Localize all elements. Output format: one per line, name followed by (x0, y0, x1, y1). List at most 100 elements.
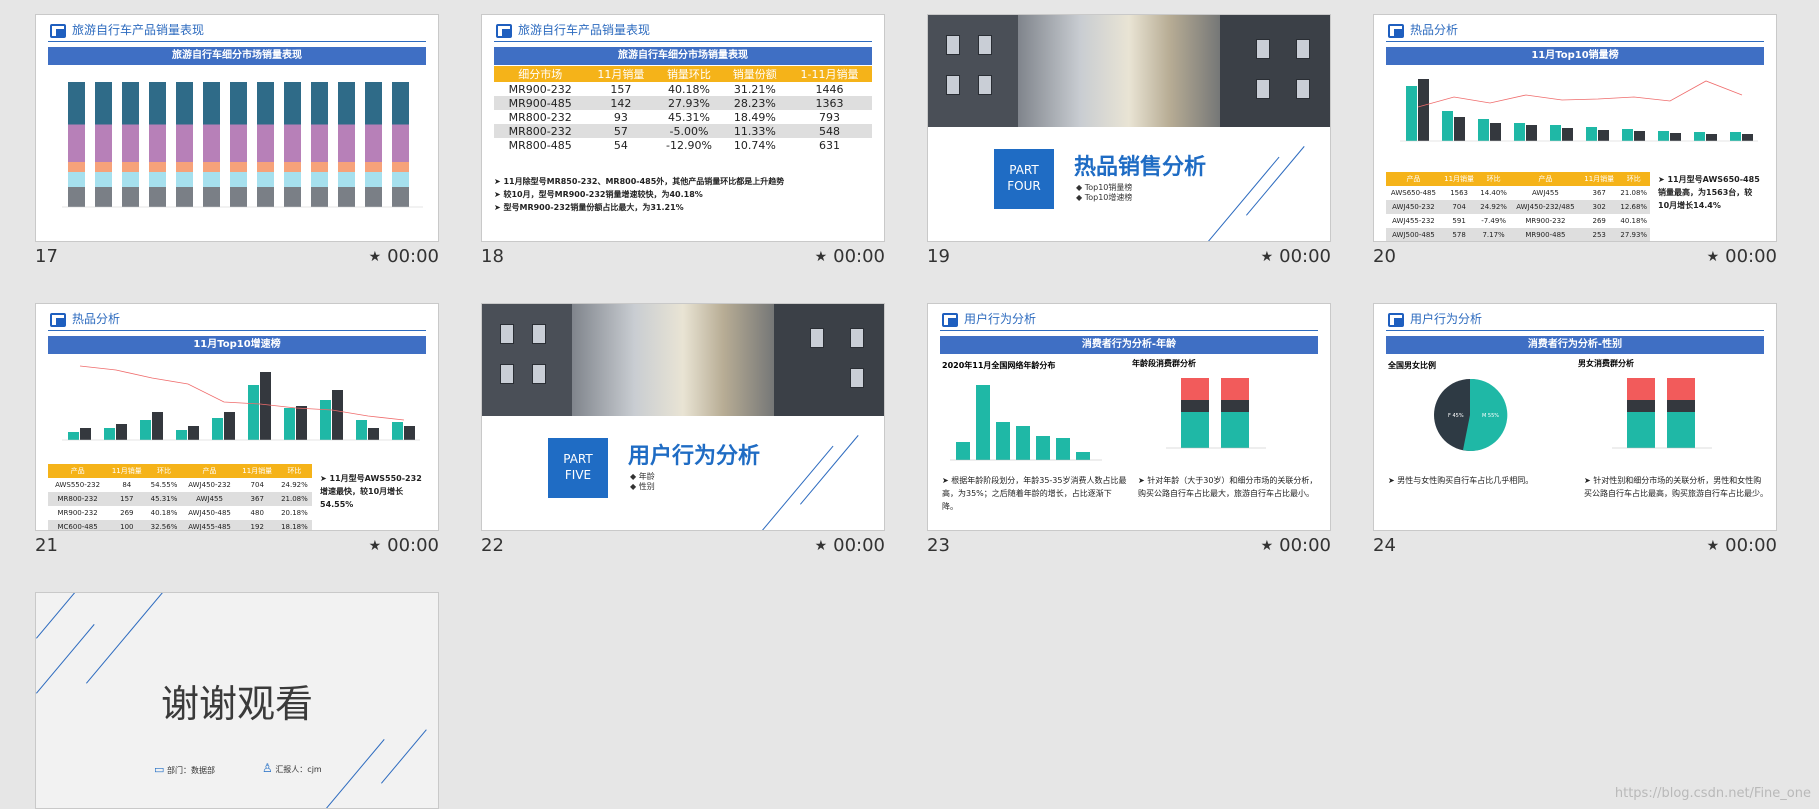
bar (976, 385, 990, 460)
table-cell: 100 (107, 520, 147, 530)
table-row: MR800-232 157 45.31% AWJ455 367 21.08% (48, 492, 312, 506)
table-cell: 20.18% (281, 509, 308, 517)
table-cell: 45.31% (667, 110, 710, 124)
bar-segment (95, 162, 112, 172)
logo-icon (50, 23, 66, 38)
reporter: ♙ 汇报人：cjm (262, 761, 322, 775)
logo-icon (1388, 23, 1404, 38)
table-header: 环比 (276, 464, 312, 478)
table-cell: MR800-232 (494, 124, 587, 138)
slide-21[interactable]: 热品分析 11月Top10增速榜 产品 11月销量 环比 产品 11月销量 环比 AWS55… (35, 303, 439, 531)
bar (1036, 436, 1050, 460)
slide-title-bar: 11月Top10销量榜 (1386, 47, 1764, 65)
bar (1562, 128, 1573, 141)
table-cell: 54 (613, 138, 628, 152)
slide-17[interactable]: 旅游自行车产品销量表现 旅游自行车细分市场销量表现 (35, 14, 439, 242)
part-badge: PART FIVE (548, 438, 608, 498)
bar (1706, 134, 1717, 141)
bar-segment (257, 187, 274, 207)
bar-segment (1667, 412, 1695, 448)
table-cell: 14.40% (1480, 189, 1507, 197)
series-line (79, 365, 405, 421)
bar (1016, 426, 1030, 460)
slide-19[interactable]: PART FOUR 热品销售分析 ◆ Top10销量榜 ◆ Top10增速榜 (927, 14, 1331, 242)
table-cell: AWJ455 (181, 492, 238, 506)
table-cell: 1563 (1450, 189, 1469, 197)
bar-segment (230, 124, 247, 162)
bar (320, 400, 331, 440)
bar-segment (230, 162, 247, 172)
monitor-icon: ▭ (154, 763, 165, 776)
watermark: https://blog.csdn.net/Fine_one (1614, 786, 1811, 801)
bullet-list: ➤ 11月除型号MR850-232、MR800-485外，其他产品销量环比都是上… (494, 175, 874, 214)
table-cell: 28.23% (722, 96, 788, 110)
bar-segment (68, 162, 85, 172)
slide-23[interactable]: 用户行为分析 消费者行为分析-年龄 2020年11月全国网络年龄分布 年龄段消费… (927, 303, 1331, 531)
bar (1406, 86, 1417, 141)
table-cell: AWJ450-232/485 (1509, 200, 1581, 214)
combo-bar-line-chart (1400, 79, 1758, 142)
bar (116, 424, 127, 440)
table-row: MR900-232 269 40.18% AWJ450-485 480 20.18% (48, 506, 312, 520)
bar-segment (149, 82, 166, 125)
part-title: 用户行为分析 (628, 444, 761, 469)
bar-segment (257, 124, 274, 162)
slide-title-bar: 11月Top10增速榜 (48, 336, 426, 354)
bar (1586, 127, 1597, 141)
combo-bar-line-chart (62, 365, 420, 441)
bar-segment (176, 82, 193, 125)
table-header: 11月销量 (1580, 172, 1618, 186)
bullet-right: ➤ 针对年龄（大于30岁）和细分市场的关联分析，购买公路自行车占比最大，旅游自行… (1138, 474, 1323, 500)
data-table: 细分市场 11月销量 销量环比 销量份额 1-11月销量 MR900-232 157 40.1… (494, 66, 872, 152)
table-header: 产品 (1386, 172, 1441, 186)
table-cell: 40.18% (1620, 217, 1648, 225)
bar-segment (338, 124, 355, 162)
star-icon: ★ (1260, 249, 1274, 265)
table-cell: AWS550-232 (55, 481, 101, 489)
table-cell: AWJ450-232 (188, 481, 231, 489)
table-header: 11月销量 (107, 464, 147, 478)
table-row: AWS650-485 1563 14.40% AWJ455 367 21.08% (1386, 186, 1650, 200)
bar (188, 426, 199, 440)
bar-segment (1627, 412, 1655, 448)
street-photo (928, 15, 1330, 127)
slide-18[interactable]: 旅游自行车产品销量表现 旅游自行车细分市场销量表现 细分市场 11月销量 销量环比销… (481, 14, 885, 242)
bar-segment (149, 172, 166, 187)
bar-segment (1221, 378, 1249, 400)
slide-section-header: 热品分析 (50, 310, 120, 328)
slide-25[interactable]: 谢谢观看 ▭ 部门：数据部 ♙ 汇报人：cjm (35, 592, 439, 809)
part-badge: PART FOUR (994, 149, 1054, 209)
table-row: MR900-485 142 27.93% 28.23% 1363 (494, 96, 872, 110)
table-cell: 704 (1440, 200, 1478, 214)
table-cell: AWJ500-485 (1386, 228, 1441, 241)
slide-timing: ★ 00:00 (368, 246, 439, 267)
logo-icon (1388, 312, 1404, 327)
bar (1658, 131, 1669, 141)
bar-segment (176, 124, 193, 162)
table-cell: 24.92% (1477, 200, 1510, 214)
note-line: ➤ 11月型号AWS650-485 (1658, 175, 1760, 184)
slide-24[interactable]: 用户行为分析 消费者行为分析-性别 全国男女比例 男女消费群分析 F 45% M… (1373, 303, 1777, 531)
slide-20[interactable]: 热品分析 11月Top10销量榜 产品 11月销量 环比 产品 11月销量 环比 AWS65… (1373, 14, 1777, 242)
bar-segment (1221, 412, 1249, 448)
bar-segment (95, 82, 112, 125)
person-icon: ♙ (262, 761, 273, 775)
bar-segment (176, 162, 193, 172)
slide-title-bar: 旅游自行车细分市场销量表现 (48, 47, 426, 65)
bar (284, 408, 295, 440)
bullet-item: ➤ 型号MR900-232销量份额占比最大，为31.21% (494, 203, 684, 212)
bar (1514, 123, 1525, 141)
bar-segment (392, 172, 409, 187)
table-cell: 93 (613, 110, 628, 124)
bullet-left: ➤ 男性与女性购买自行车占比几乎相同。 (1388, 474, 1573, 487)
table-cell: 269 (120, 509, 134, 517)
bar (1454, 117, 1465, 141)
table-cell: 157 (610, 82, 632, 96)
slide-timing: ★ 00:00 (814, 246, 885, 267)
bar (1478, 119, 1489, 141)
table-cell: 11.33% (722, 124, 788, 138)
slide-title-bar: 消费者行为分析-性别 (1386, 336, 1764, 354)
star-icon: ★ (368, 538, 382, 554)
bullet-item: ➤ 11月除型号MR850-232、MR800-485外，其他产品销量环比都是上… (494, 177, 785, 186)
slide-22[interactable]: PART FIVE 用户行为分析 ◆ 年龄 ◆ 性别 (481, 303, 885, 531)
